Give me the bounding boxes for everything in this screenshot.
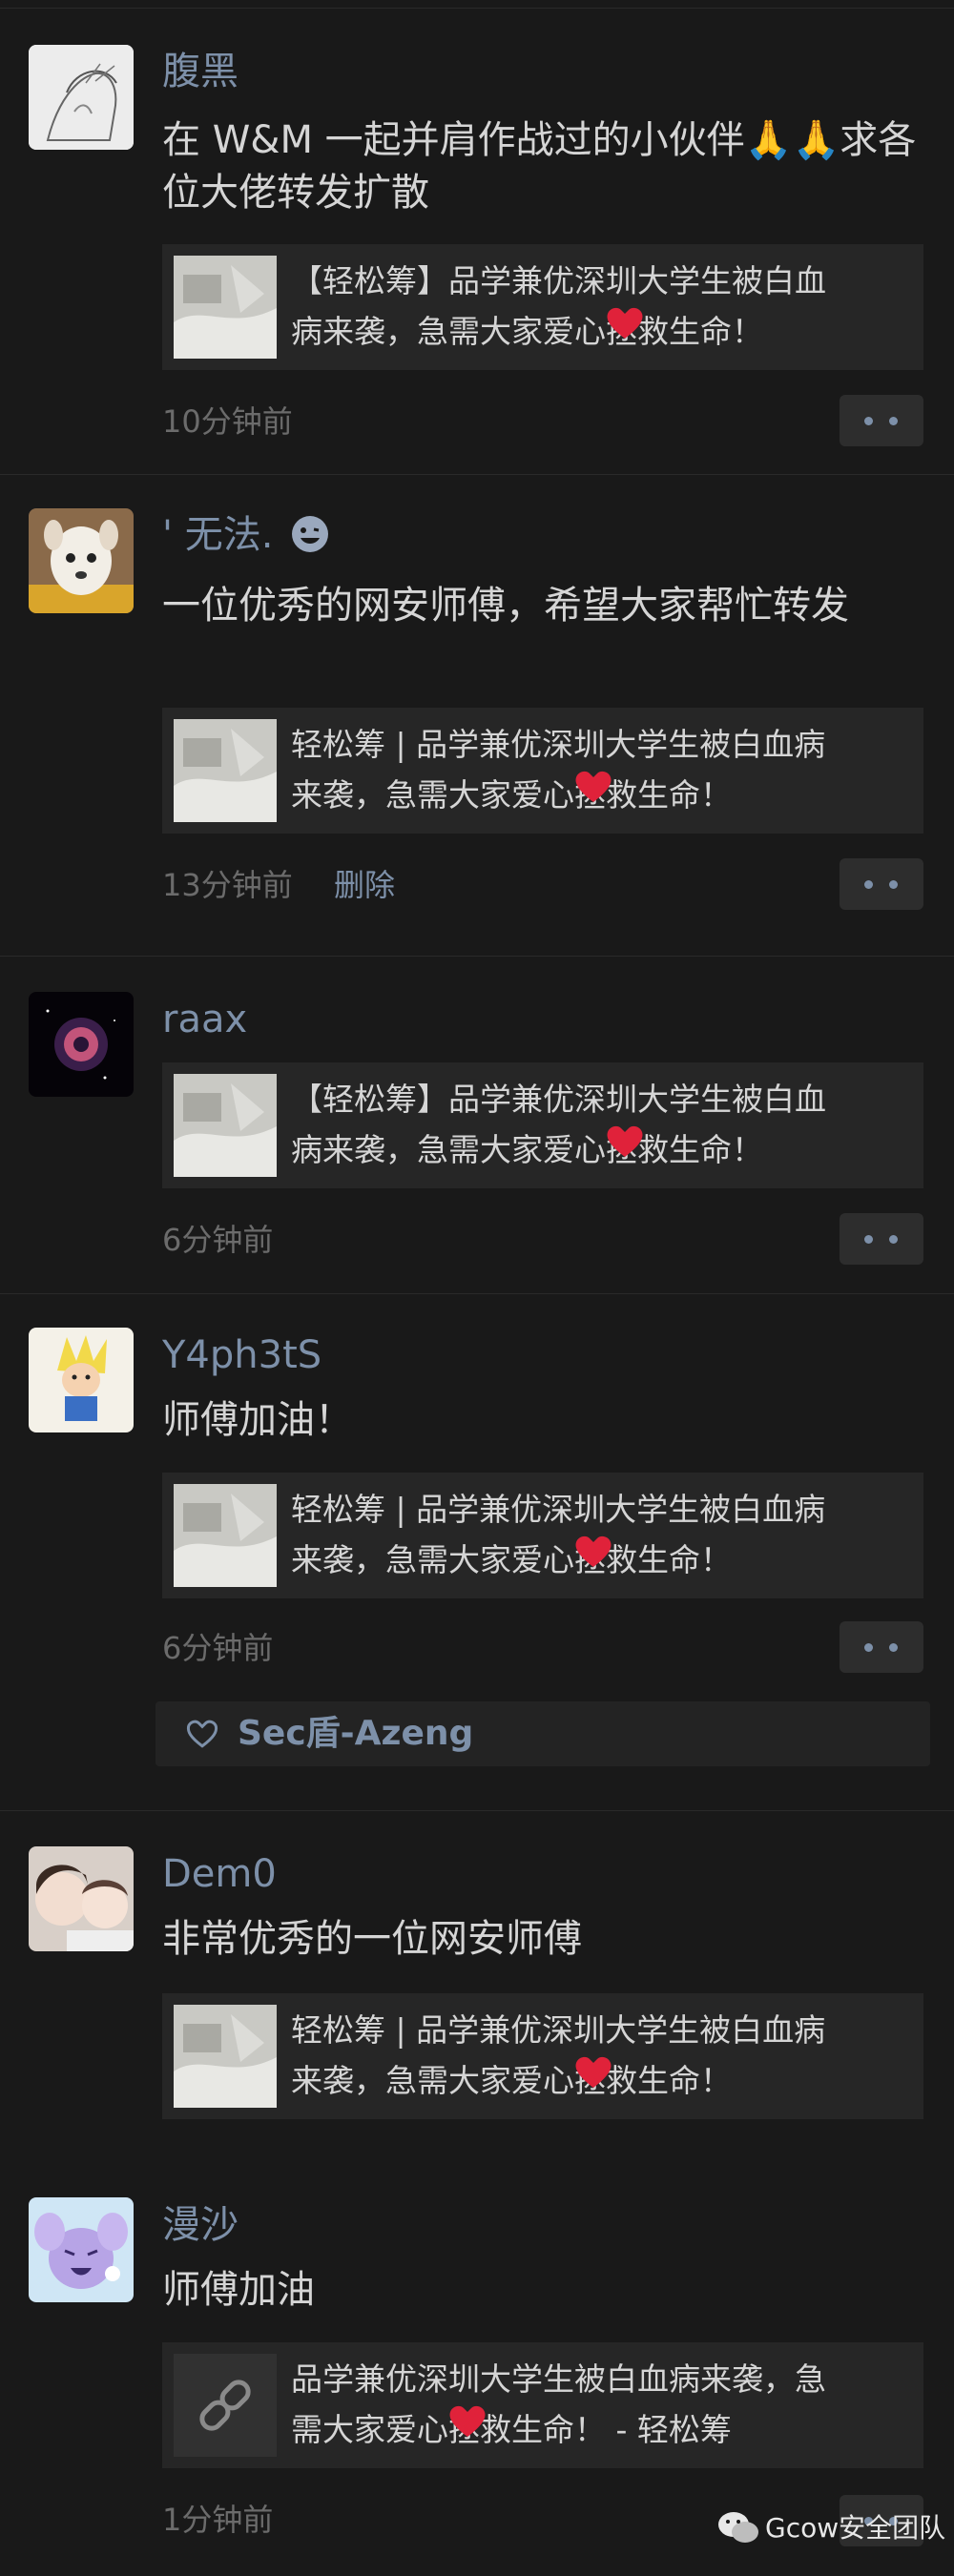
more-actions-button[interactable] [840, 1621, 923, 1673]
shared-link-card[interactable]: 轻松筹 | 品学兼优深圳大学生被白血病 来袭，急需大家爱心 拯救生命！ [162, 1473, 923, 1598]
post-divider [0, 474, 954, 475]
timestamp: 1分钟前 [162, 2502, 274, 2538]
user-name-text: ' 无法. [162, 513, 286, 557]
avatar[interactable] [29, 1846, 134, 1951]
link-title-line: 轻松筹 | 品学兼优深圳大学生被白血病 [291, 726, 826, 763]
link-title: 品学兼优深圳大学生被白血病来袭，急 需大家爱心 拯救生命！ - 轻松筹 [291, 2354, 911, 2455]
more-dot-icon [889, 417, 898, 425]
post-content: 师傅加油！ [162, 1398, 353, 1442]
more-actions-button[interactable] [840, 395, 923, 446]
link-title-line: 来袭，急需大家爱心 [291, 776, 574, 814]
user-name[interactable]: raax [162, 996, 247, 1043]
red-heart-icon [449, 2405, 486, 2437]
link-title: 轻松筹 | 品学兼优深圳大学生被白血病 来袭，急需大家爱心 拯救生命！ [291, 1484, 911, 1585]
link-thumbnail [174, 1074, 277, 1177]
shared-link-card[interactable]: 品学兼优深圳大学生被白血病来袭，急 需大家爱心 拯救生命！ - 轻松筹 [162, 2342, 923, 2468]
link-title-line: 来袭，急需大家爱心 [291, 1541, 574, 1578]
post-content: 一位优秀的网安师傅，希望大家帮忙转发 [162, 584, 849, 628]
like-list: Sec盾-Azeng [156, 1701, 930, 1766]
red-heart-icon [575, 1535, 612, 1567]
watermark-text: Gcow安全团队 [765, 2512, 946, 2544]
user-name[interactable]: 漫沙 [162, 2201, 238, 2249]
link-thumbnail [174, 1484, 277, 1587]
link-title-line: 【轻松筹】品学兼优深圳大学生被白血 [291, 1081, 826, 1118]
timestamp: 6分钟前 [162, 1222, 274, 1258]
post-divider [0, 956, 954, 957]
more-actions-button[interactable] [840, 858, 923, 910]
more-dot-icon [864, 1643, 873, 1652]
more-dot-icon [864, 417, 873, 425]
avatar[interactable] [29, 508, 134, 613]
link-title: 【轻松筹】品学兼优深圳大学生被白血 病来袭，急需大家爱心 拯救生命！ [291, 256, 911, 357]
smile-emoji-icon [289, 513, 331, 555]
link-title-line: 【轻松筹】品学兼优深圳大学生被白血 [291, 262, 826, 299]
post-divider [0, 1293, 954, 1294]
link-title-line: 轻松筹 | 品学兼优深圳大学生被白血病 [291, 2011, 826, 2049]
user-name[interactable]: Y4ph3tS [162, 1331, 321, 1379]
post-content: 在 W&M 一起并肩作战过的小伙伴🙏🙏求各位大佬转发扩散 [162, 118, 917, 215]
post-divider [0, 1810, 954, 1811]
timestamp: 6分钟前 [162, 1630, 274, 1666]
link-title-line: 轻松筹 | 品学兼优深圳大学生被白血病 [291, 1491, 826, 1528]
avatar[interactable] [29, 992, 134, 1097]
user-name[interactable]: ' 无法. [162, 511, 331, 559]
timestamp: 10分钟前 [162, 403, 293, 440]
link-title: 【轻松筹】品学兼优深圳大学生被白血 病来袭，急需大家爱心 拯救生命！ [291, 1074, 911, 1175]
link-thumbnail [174, 2005, 277, 2108]
user-name[interactable]: Dem0 [162, 1850, 277, 1898]
wechat-icon [718, 2512, 758, 2543]
shared-link-card[interactable]: 【轻松筹】品学兼优深圳大学生被白血 病来袭，急需大家爱心 拯救生命！ [162, 244, 923, 370]
link-title-line: 病来袭，急需大家爱心 [291, 1131, 606, 1168]
link-thumbnail [174, 256, 277, 359]
more-dot-icon [864, 880, 873, 889]
shared-link-card[interactable]: 轻松筹 | 品学兼优深圳大学生被白血病 来袭，急需大家爱心 拯救生命！ [162, 708, 923, 834]
avatar[interactable] [29, 1328, 134, 1432]
link-title-line: 品学兼优深圳大学生被白血病来袭，急 [291, 2360, 826, 2398]
user-name[interactable]: 腹黑 [162, 48, 238, 95]
heart-outline-icon [186, 1720, 218, 1748]
link-title-line: 病来袭，急需大家爱心 [291, 313, 606, 350]
shared-link-card[interactable]: 轻松筹 | 品学兼优深圳大学生被白血病 来袭，急需大家爱心 拯救生命！ [162, 1993, 923, 2119]
link-title: 轻松筹 | 品学兼优深圳大学生被白血病 来袭，急需大家爱心 拯救生命！ [291, 2005, 911, 2106]
red-heart-icon [607, 1125, 643, 1157]
avatar[interactable] [29, 2197, 134, 2302]
link-icon [174, 2354, 277, 2457]
link-title-line: 需大家爱心 [291, 2411, 448, 2448]
post-content: 师傅加油 [162, 2268, 315, 2312]
timestamp: 13分钟前 [162, 867, 293, 903]
liker-name[interactable]: Sec盾-Azeng [238, 1711, 473, 1757]
link-thumbnail [174, 719, 277, 822]
avatar[interactable] [29, 45, 134, 150]
red-heart-icon [575, 2056, 612, 2088]
more-dot-icon [889, 880, 898, 889]
top-divider [0, 8, 954, 9]
link-title-line: 来袭，急需大家爱心 [291, 2062, 574, 2099]
post-content: 非常优秀的一位网安师傅 [162, 1917, 582, 1961]
more-dot-icon [864, 1235, 873, 1244]
more-actions-button[interactable] [840, 1213, 923, 1265]
link-title: 轻松筹 | 品学兼优深圳大学生被白血病 来袭，急需大家爱心 拯救生命！ [291, 719, 911, 820]
more-dot-icon [889, 1235, 898, 1244]
delete-link[interactable]: 删除 [334, 864, 395, 906]
red-heart-icon [575, 771, 612, 802]
shared-link-card[interactable]: 【轻松筹】品学兼优深圳大学生被白血 病来袭，急需大家爱心 拯救生命！ [162, 1062, 923, 1188]
link-thumbnail [174, 2354, 277, 2457]
red-heart-icon [607, 307, 643, 339]
more-dot-icon [889, 1643, 898, 1652]
link-title-line: 拯救生命！ - 轻松筹 [448, 2411, 732, 2448]
